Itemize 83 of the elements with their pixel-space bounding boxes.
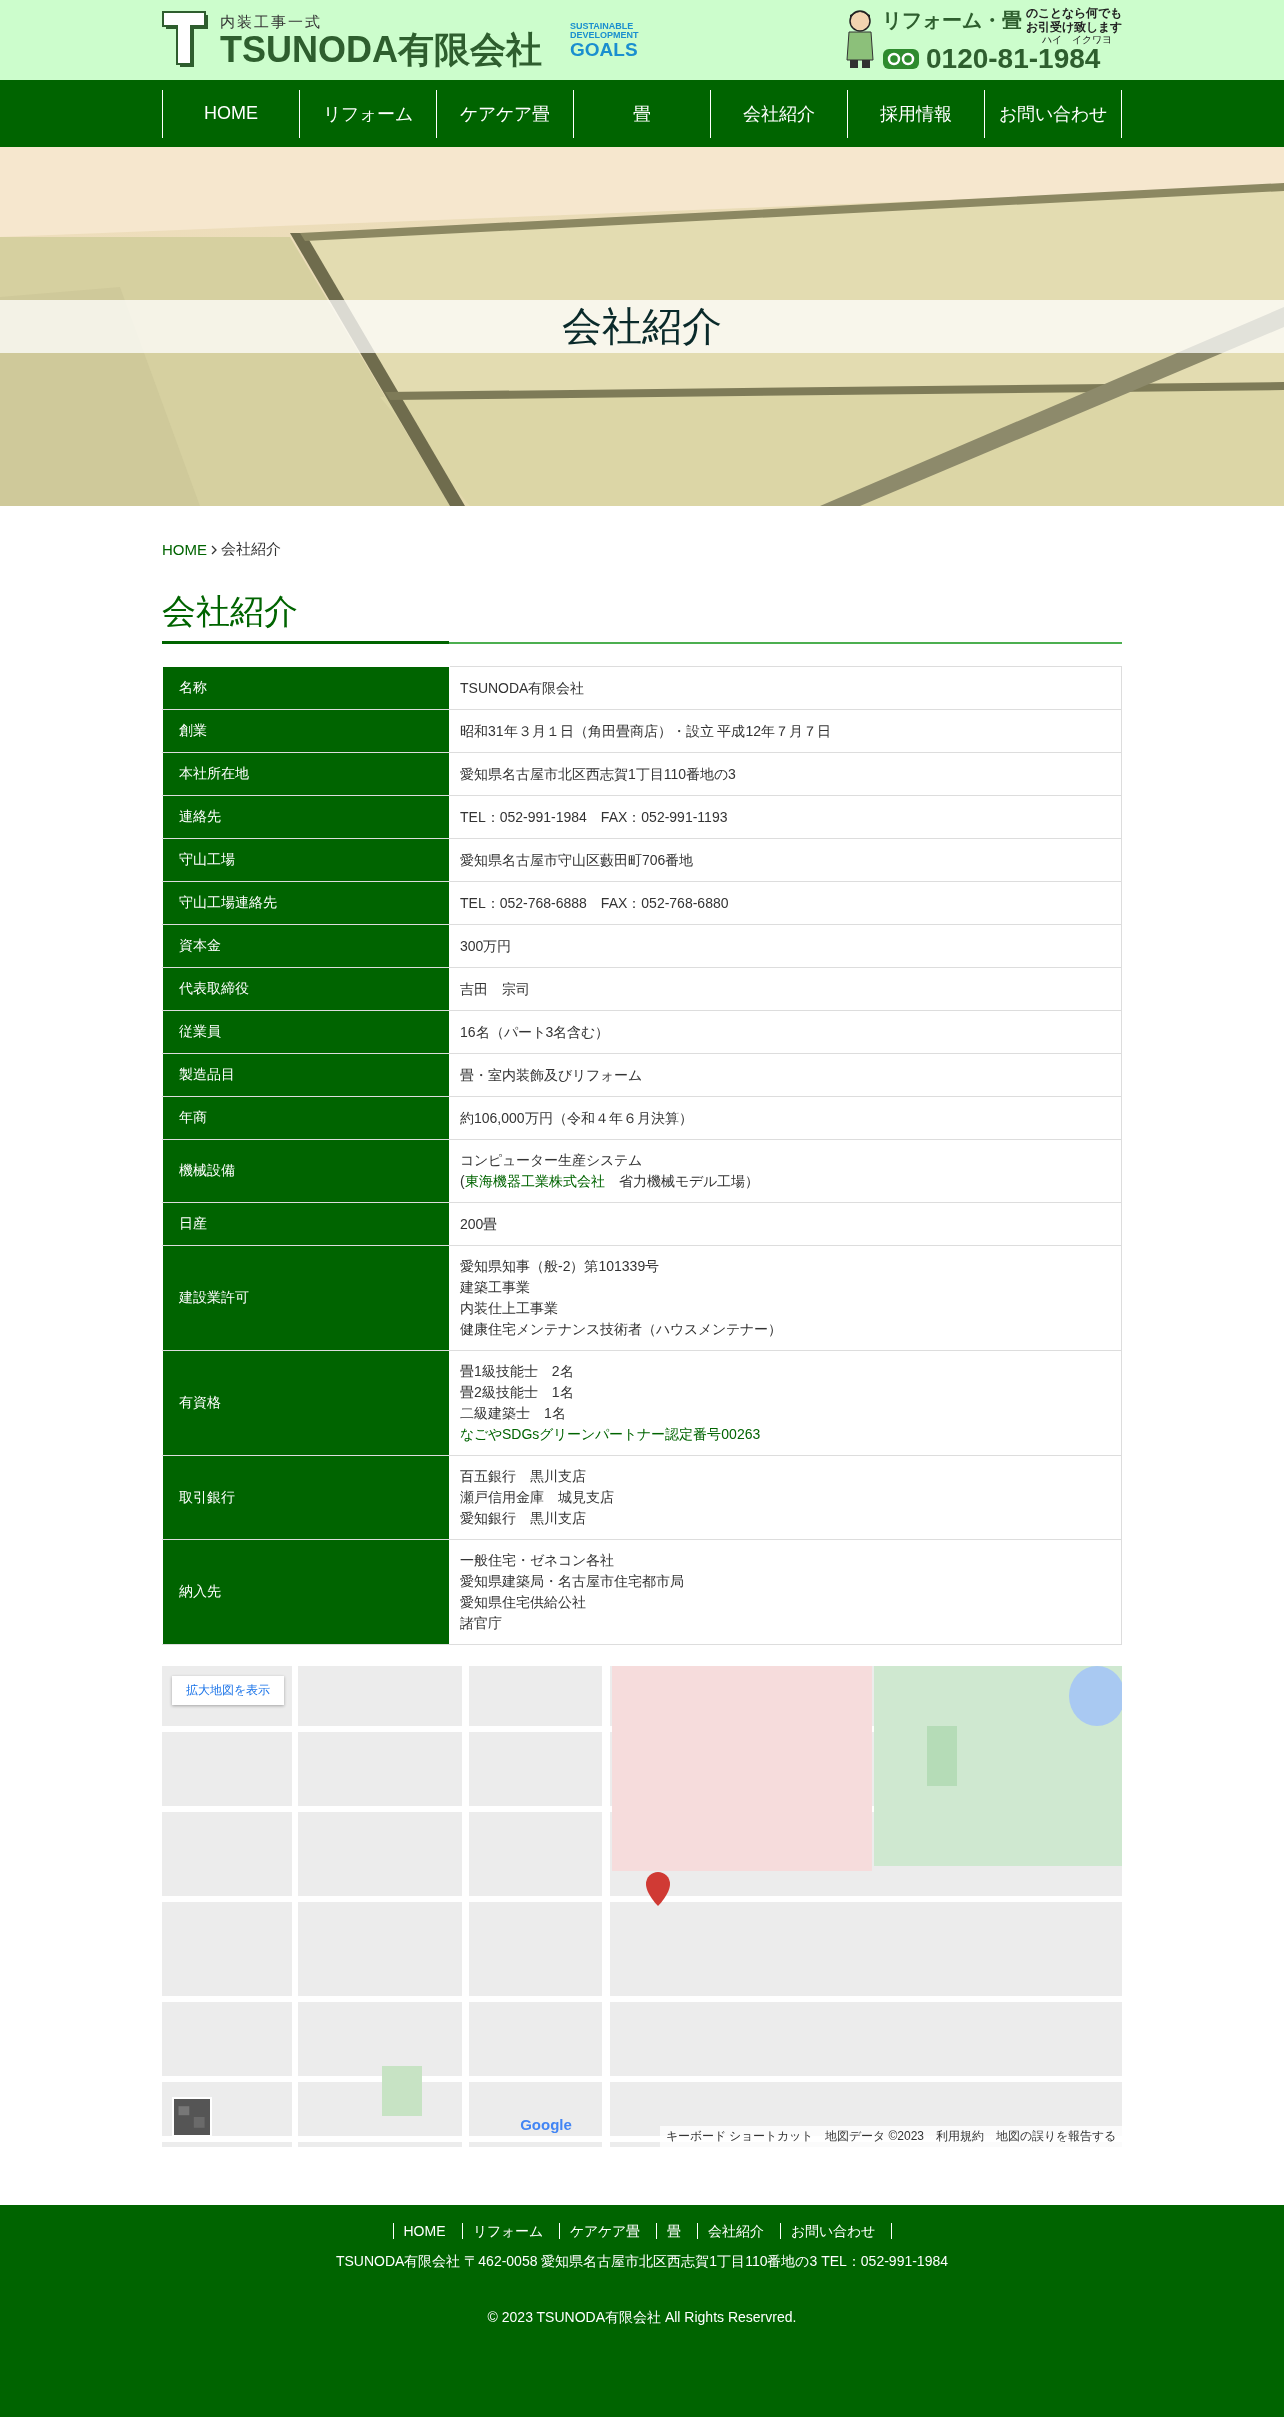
footer-link[interactable]: リフォーム xyxy=(461,2223,559,2239)
footer-link[interactable]: 会社紹介 xyxy=(696,2223,780,2239)
cell-text: ( xyxy=(460,1173,465,1189)
footer-link[interactable]: お問い合わせ xyxy=(779,2223,891,2239)
enlarge-map-button[interactable]: 拡大地図を表示 xyxy=(172,1676,284,1705)
row-label: 建設業許可 xyxy=(162,1245,450,1351)
copyright: © 2023 TSUNODA有限会社 All Rights Reservred. xyxy=(487,2309,797,2327)
footer-address: TSUNODA有限会社 〒462-0058 愛知県名古屋市北区西志賀1丁目110番地の3 TEL：052-991-1984 xyxy=(335,2253,948,2271)
row-label: 守山工場 xyxy=(162,838,450,882)
nav-link[interactable]: リフォーム xyxy=(299,89,436,138)
cell-text: 二級建築士 1名 xyxy=(460,1404,567,1423)
company-name: TSUNODA有限会社 xyxy=(220,31,542,68)
map-attribution-link[interactable]: 地図の誤りを報告する xyxy=(996,2128,1116,2145)
row-label: 名称 xyxy=(162,666,450,710)
cell-text: 愛知県名古屋市守山区藪田町706番地 xyxy=(460,850,695,870)
cell-text: コンピューター生産システム xyxy=(460,1151,643,1170)
row-label: 資本金 xyxy=(162,924,450,968)
cell-text: 昭和31年３月１日（角田畳商店）・設立 平成12年７月７日 xyxy=(460,721,833,741)
nav-link[interactable]: ケアケア畳 xyxy=(436,89,573,138)
cell-text: 内装仕上工事業 xyxy=(460,1299,559,1318)
breadcrumb-current: 会社紹介 xyxy=(221,540,281,559)
nav-link[interactable]: 採用情報 xyxy=(847,89,984,138)
row-label: 製造品目 xyxy=(162,1053,450,1097)
row-label: 日産 xyxy=(162,1202,450,1246)
cell-text: 吉田 宗司 xyxy=(460,979,531,999)
cell-text: 瀬戸信用金庫 城見支店 xyxy=(460,1488,615,1507)
map-logo: Google xyxy=(520,2116,572,2133)
tagline: 内装工事一式 xyxy=(220,12,323,32)
row-label: 本社所在地 xyxy=(162,752,450,796)
row-label: 代表取締役 xyxy=(162,967,450,1011)
cell-text: 一般住宅・ゼネコン各社 xyxy=(460,1551,615,1570)
row-label: 守山工場連絡先 xyxy=(162,881,450,925)
row-label: 機械設備 xyxy=(162,1139,450,1203)
nav-link[interactable]: 畳 xyxy=(573,89,710,138)
nav-link[interactable]: お問い合わせ xyxy=(984,89,1122,138)
text-link[interactable]: なごやSDGsグリーンパートナー認定番号00263 xyxy=(460,1426,761,1442)
map-attribution-link[interactable]: 利用規約 xyxy=(936,2128,984,2145)
phone-number: 0120-81-1984 xyxy=(926,45,1101,73)
nav-link[interactable]: HOME xyxy=(162,89,299,138)
cell-text: 健康住宅メンテナンス技術者（ハウスメンテナー） xyxy=(460,1320,783,1339)
row-label: 従業員 xyxy=(162,1010,450,1054)
breadcrumb-link[interactable]: HOME xyxy=(162,541,207,558)
page-title: 会社紹介 xyxy=(162,591,299,632)
sdgs-text: GOALS xyxy=(570,39,639,59)
map-attribution-link[interactable]: 地図データ ©2023 xyxy=(825,2128,924,2145)
cell-text: TSUNODA有限会社 xyxy=(460,678,586,698)
cell-text: 愛知県知事（般-2）第101339号 xyxy=(460,1257,661,1276)
cell-text: 約106,000万円（令和４年６月決算） xyxy=(460,1108,694,1128)
row-label: 納入先 xyxy=(162,1539,450,1645)
cell-text: 300万円 xyxy=(460,936,513,956)
sdgs-text: DEVELOPMENT xyxy=(570,30,639,40)
footer-link[interactable]: ケアケア畳 xyxy=(558,2223,656,2239)
cell-text: 諸官庁 xyxy=(460,1614,503,1633)
text-link[interactable]: 東海機器工業株式会社 xyxy=(464,1173,605,1189)
promo-title: リフォーム・畳 xyxy=(882,8,1022,33)
phone-reading: ハイ イクワヨ xyxy=(1042,34,1112,45)
map-attribution-link[interactable]: キーボード ショートカット xyxy=(665,2128,814,2145)
nav-link[interactable]: 会社紹介 xyxy=(710,89,847,138)
hero-title: 会社紹介 xyxy=(562,303,722,350)
row-label: 取引銀行 xyxy=(162,1455,450,1540)
row-label: 有資格 xyxy=(162,1350,450,1456)
cell-text: 200畳 xyxy=(460,1214,499,1234)
cell-text: 畳・室内装飾及びリフォーム xyxy=(460,1065,643,1085)
cell-text: 16名（パート3名含む） xyxy=(460,1022,611,1042)
sdgs-text: SUSTAINABLE xyxy=(570,21,635,31)
cell-text: 畳1級技能士 2名 xyxy=(460,1362,575,1381)
row-label: 年商 xyxy=(162,1096,450,1140)
cell-text: 愛知県建築局・名古屋市住宅都市局 xyxy=(460,1572,685,1591)
promo-text: お引受け致します xyxy=(1026,20,1122,34)
promo-text: のことなら何でも xyxy=(1026,7,1122,21)
row-label: 連絡先 xyxy=(162,795,450,839)
footer-link[interactable]: HOME xyxy=(392,2223,462,2239)
cell-text: 愛知県名古屋市北区西志賀1丁目110番地の3 xyxy=(460,764,737,784)
cell-text: TEL：052-991-1984 FAX：052-991-1193 xyxy=(460,807,729,827)
cell-text: TEL：052-768-6888 FAX：052-768-6880 xyxy=(460,893,730,913)
cell-text: 愛知銀行 黒川支店 xyxy=(460,1509,587,1528)
cell-text: 百五銀行 黒川支店 xyxy=(460,1467,587,1486)
cell-text: 畳2級技能士 1名 xyxy=(460,1383,575,1402)
cell-text: 建築工事業 xyxy=(460,1278,531,1297)
row-label: 創業 xyxy=(162,709,450,753)
footer-link[interactable]: 畳 xyxy=(655,2223,697,2239)
cell-text: 愛知県住宅供給公社 xyxy=(460,1593,587,1612)
cell-text: 省力機械モデル工場） xyxy=(617,1173,759,1189)
